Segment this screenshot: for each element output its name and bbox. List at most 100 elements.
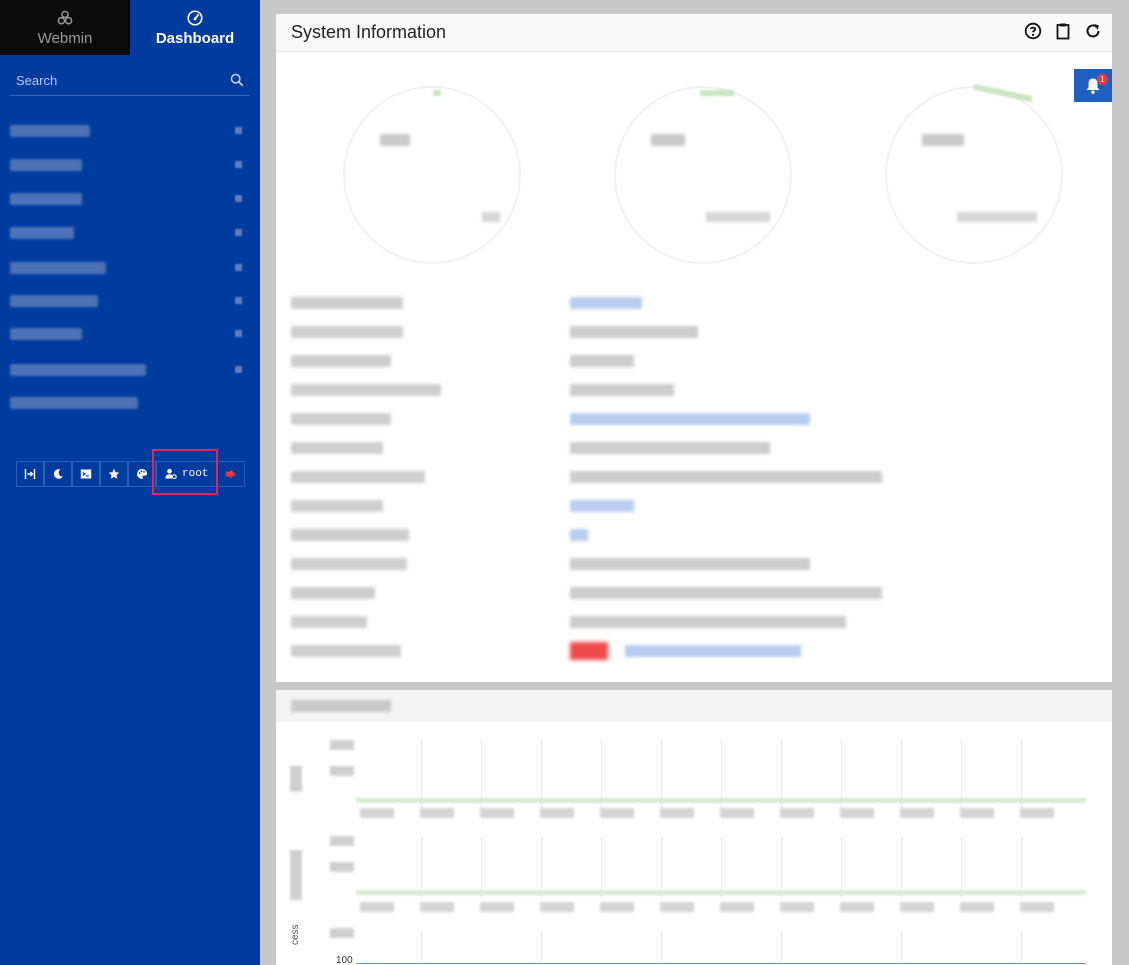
info-row [291, 323, 1091, 341]
info-key [291, 616, 367, 628]
info-value[interactable] [570, 529, 588, 541]
disk-gauge [885, 83, 1063, 264]
grid-line [541, 838, 542, 898]
sidebar-menu-item[interactable] [10, 154, 250, 176]
info-value[interactable] [570, 500, 634, 512]
clipboard-icon[interactable] [1054, 22, 1072, 40]
sidebar-menu-item[interactable] [10, 323, 250, 345]
x-tick [960, 902, 994, 912]
terminal-icon [80, 469, 92, 479]
info-value [570, 471, 882, 483]
x-tick [420, 902, 454, 912]
sidebar-menu-item[interactable] [10, 120, 250, 142]
search-input[interactable] [10, 66, 220, 94]
user-cog-icon [165, 468, 177, 480]
x-tick [480, 902, 514, 912]
grid-line [601, 838, 602, 898]
logout-button[interactable] [217, 461, 246, 487]
notification-count-badge: 1 [1097, 74, 1108, 85]
sidebar-menu-item[interactable] [10, 359, 250, 381]
info-row [291, 642, 1091, 660]
info-key [291, 471, 425, 483]
info-key [291, 413, 391, 425]
favorites-button[interactable] [100, 461, 128, 487]
sidebar-menu-item[interactable] [10, 392, 250, 414]
notifications-button[interactable]: 1 [1074, 69, 1112, 102]
gauge-subtext [482, 212, 500, 222]
y-axis-label [290, 766, 302, 792]
panel-header: System Information [276, 14, 1112, 52]
info-key [291, 587, 375, 599]
grid-line [721, 838, 722, 898]
tab-webmin[interactable]: Webmin [0, 0, 130, 55]
sidebar-menu-item[interactable] [10, 188, 250, 210]
chevron-icon [235, 127, 242, 134]
theme-button[interactable] [128, 461, 156, 487]
grid-line [421, 932, 422, 965]
refresh-icon[interactable] [1084, 22, 1102, 40]
gauge-subtext [706, 212, 770, 222]
night-mode-button[interactable] [44, 461, 72, 487]
tab-webmin-label: Webmin [37, 29, 93, 47]
grid-line [901, 932, 902, 965]
x-tick [1020, 902, 1054, 912]
info-key [291, 297, 403, 309]
info-row [291, 613, 1091, 631]
chevron-icon [235, 366, 242, 373]
chevron-icon [235, 264, 242, 271]
y-tick-label: 100 [336, 955, 353, 965]
x-tick [600, 808, 634, 818]
x-tick [840, 808, 874, 818]
sidebar-menu-item[interactable] [10, 257, 250, 279]
grid-line [901, 838, 902, 898]
collapse-icon [24, 469, 36, 479]
tab-dashboard[interactable]: Dashboard [130, 0, 260, 55]
info-key [291, 355, 391, 367]
warning-badge [570, 642, 608, 660]
y-tick [330, 766, 354, 776]
info-value [570, 326, 698, 338]
grid-line [1021, 932, 1022, 965]
y-tick [330, 928, 354, 938]
sidebar-menu-item[interactable] [10, 222, 250, 244]
panel-title [291, 700, 391, 712]
grid-line [781, 838, 782, 898]
terminal-button[interactable] [72, 461, 100, 487]
x-tick [780, 902, 814, 912]
user-account-button[interactable]: root [156, 461, 218, 487]
info-row [291, 381, 1091, 399]
y-tick [330, 740, 354, 750]
gauge-value [380, 134, 410, 146]
series-line [356, 963, 1086, 964]
x-tick [360, 902, 394, 912]
grid-line [841, 838, 842, 898]
menu-item-label [10, 227, 74, 239]
x-tick [540, 902, 574, 912]
webmin-logo-icon [57, 10, 73, 24]
info-row [291, 352, 1091, 370]
grid-line [481, 838, 482, 898]
dashboard-gauge-icon [187, 9, 203, 26]
info-value [570, 384, 674, 396]
info-value[interactable] [570, 297, 642, 309]
info-row [291, 410, 1091, 428]
info-value[interactable] [570, 413, 810, 425]
info-key [291, 442, 383, 454]
info-value [570, 616, 846, 628]
sidebar-menu-item[interactable] [10, 290, 250, 312]
x-tick [960, 808, 994, 818]
memory-gauge [614, 86, 792, 264]
menu-item-label [10, 262, 106, 274]
gauge-arc [973, 83, 1033, 103]
info-row [291, 468, 1091, 486]
info-value [570, 442, 770, 454]
search-icon[interactable] [230, 73, 244, 87]
x-tick [360, 808, 394, 818]
gauge-arc [700, 90, 734, 96]
info-value[interactable] [625, 645, 801, 657]
cpu-gauge [343, 86, 521, 264]
info-row [291, 497, 1091, 515]
collapse-button[interactable] [16, 461, 44, 487]
help-icon[interactable] [1024, 22, 1042, 40]
x-tick [540, 808, 574, 818]
